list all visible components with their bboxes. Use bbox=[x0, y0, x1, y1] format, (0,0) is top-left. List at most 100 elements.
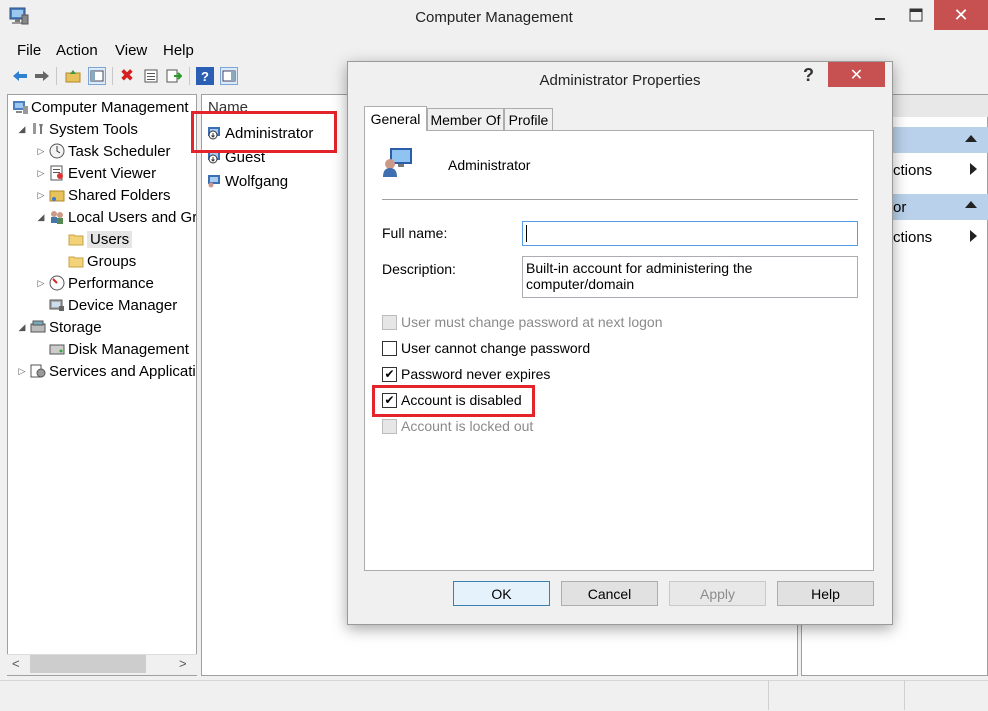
folder-icon bbox=[68, 253, 84, 269]
tree-item-disk-management[interactable]: Disk Management bbox=[47, 338, 189, 360]
maximize-button[interactable] bbox=[898, 0, 934, 30]
tree-item-services-and-applications[interactable]: ▷ Services and Applications bbox=[16, 360, 196, 382]
expand-arrow-icon[interactable]: ▷ bbox=[16, 366, 28, 377]
description-input[interactable]: Built-in account for administering the c… bbox=[522, 256, 858, 298]
forward-icon[interactable] bbox=[33, 67, 51, 85]
tree-item-computer-management[interactable]: Computer Management bbox=[10, 96, 189, 118]
checkbox-must-change-password[interactable]: User must change password at next logon bbox=[382, 312, 662, 332]
tree-item-users[interactable]: Users bbox=[66, 228, 133, 250]
expand-arrow-icon[interactable]: ▷ bbox=[35, 146, 47, 157]
text-caret bbox=[526, 225, 527, 242]
device-manager-icon bbox=[49, 297, 65, 313]
export-list-icon[interactable] bbox=[165, 67, 183, 85]
checkbox-account-locked-out[interactable]: Account is locked out bbox=[382, 416, 533, 436]
dialog-close-button[interactable]: ✕ bbox=[828, 62, 885, 87]
back-icon[interactable] bbox=[11, 67, 29, 85]
performance-icon bbox=[49, 275, 65, 291]
more-actions-link[interactable]: ctions bbox=[893, 229, 932, 246]
collapse-up-icon[interactable] bbox=[965, 201, 977, 208]
tools-icon bbox=[30, 121, 46, 137]
status-divider bbox=[768, 680, 769, 710]
collapse-arrow-icon[interactable]: ◢ bbox=[35, 212, 47, 223]
scrollbar-thumb[interactable] bbox=[30, 655, 146, 673]
menu-help[interactable]: Help bbox=[163, 42, 194, 59]
expand-arrow-icon[interactable]: ▷ bbox=[35, 168, 47, 179]
window-title: Computer Management bbox=[415, 9, 573, 26]
tree-item-label: System Tools bbox=[49, 120, 138, 138]
dialog-help-icon[interactable]: ? bbox=[803, 65, 819, 86]
close-window-button[interactable]: ✕ bbox=[934, 0, 988, 30]
tree-item-system-tools[interactable]: ◢ System Tools bbox=[16, 118, 138, 140]
menu-view[interactable]: View bbox=[115, 42, 147, 59]
properties-icon[interactable] bbox=[142, 67, 160, 85]
divider bbox=[382, 199, 858, 200]
highlight-box-administrator bbox=[191, 111, 337, 153]
checkbox-password-never-expires[interactable]: ✔ Password never expires bbox=[382, 364, 550, 384]
tree-item-label: Computer Management bbox=[31, 98, 189, 116]
collapse-up-icon[interactable] bbox=[965, 135, 977, 142]
clock-icon bbox=[49, 143, 65, 159]
scroll-left-icon[interactable]: < bbox=[12, 656, 20, 671]
checkbox-cannot-change-password[interactable]: User cannot change password bbox=[382, 338, 590, 358]
actions-section-label: or bbox=[893, 199, 907, 216]
scroll-right-icon[interactable]: > bbox=[179, 656, 187, 671]
help-icon[interactable]: ? bbox=[196, 67, 214, 85]
more-actions-link[interactable]: ctions bbox=[893, 162, 932, 179]
submenu-arrow-icon bbox=[970, 230, 977, 242]
description-label: Description: bbox=[382, 261, 456, 277]
checkbox-label: Account is locked out bbox=[401, 418, 534, 434]
checkmark-icon[interactable]: ✔ bbox=[382, 366, 397, 382]
expand-arrow-icon[interactable]: ▷ bbox=[35, 190, 47, 201]
tree-item-groups[interactable]: Groups bbox=[66, 250, 136, 272]
close-icon: ✕ bbox=[953, 4, 969, 25]
tab-member-of[interactable]: Member Of bbox=[427, 108, 504, 130]
tree-item-label: Device Manager bbox=[68, 296, 178, 314]
checkbox-label: User must change password at next logon bbox=[401, 314, 663, 330]
checkbox-label: Password never expires bbox=[401, 366, 551, 382]
show-hide-tree-icon[interactable] bbox=[88, 67, 106, 85]
checkbox-label: User cannot change password bbox=[401, 340, 591, 356]
highlight-box-account-disabled bbox=[372, 385, 535, 417]
tree-item-label: Users bbox=[87, 230, 133, 248]
menu-action[interactable]: Action bbox=[56, 42, 98, 59]
tree-item-label: Shared Folders bbox=[68, 186, 171, 204]
checkbox-box[interactable] bbox=[382, 418, 397, 434]
list-item-wolfgang[interactable]: Wolfgang bbox=[207, 170, 288, 192]
delete-icon[interactable]: ✖ bbox=[118, 66, 136, 85]
console-tree-pane[interactable]: Computer Management ◢ System Tools ▷ Tas… bbox=[7, 94, 197, 676]
tree-item-storage[interactable]: ◢ Storage bbox=[16, 316, 102, 338]
tree-item-local-users-and-groups[interactable]: ◢ Local Users and Groups bbox=[35, 206, 196, 228]
tab-profile[interactable]: Profile bbox=[504, 108, 553, 130]
tree-item-label: Event Viewer bbox=[68, 164, 157, 182]
tree-item-label: Disk Management bbox=[68, 340, 189, 358]
tree-item-shared-folders[interactable]: ▷ Shared Folders bbox=[35, 184, 171, 206]
tab-general[interactable]: General bbox=[364, 106, 427, 131]
collapse-arrow-icon[interactable]: ◢ bbox=[16, 322, 28, 333]
tree-item-device-manager[interactable]: Device Manager bbox=[47, 294, 177, 316]
menu-file[interactable]: File bbox=[17, 42, 41, 59]
full-name-label: Full name: bbox=[382, 225, 448, 241]
folder-icon bbox=[68, 231, 84, 247]
cancel-button[interactable]: Cancel bbox=[561, 581, 658, 606]
up-folder-icon[interactable] bbox=[64, 67, 82, 85]
expand-arrow-icon[interactable]: ▷ bbox=[35, 278, 47, 289]
show-hide-action-pane-icon[interactable] bbox=[220, 67, 238, 85]
tree-item-label: Services and Applications bbox=[49, 362, 196, 380]
full-name-input[interactable] bbox=[522, 221, 858, 246]
tree-item-task-scheduler[interactable]: ▷ Task Scheduler bbox=[35, 140, 171, 162]
tree-item-event-viewer[interactable]: ▷ Event Viewer bbox=[35, 162, 157, 184]
disk-icon bbox=[49, 341, 65, 357]
help-button[interactable]: Help bbox=[777, 581, 874, 606]
minimize-button[interactable] bbox=[862, 0, 898, 30]
tree-item-label: Performance bbox=[68, 274, 154, 292]
user-account-icon bbox=[382, 146, 414, 178]
services-icon bbox=[30, 363, 46, 379]
checkbox-box[interactable] bbox=[382, 314, 397, 330]
ok-button[interactable]: OK bbox=[453, 581, 550, 606]
collapse-arrow-icon[interactable]: ◢ bbox=[16, 124, 28, 135]
tree-item-performance[interactable]: ▷ Performance bbox=[35, 272, 154, 294]
computer-management-icon bbox=[12, 99, 28, 115]
tree-item-label: Task Scheduler bbox=[68, 142, 171, 160]
checkbox-box[interactable] bbox=[382, 340, 397, 356]
apply-button[interactable]: Apply bbox=[669, 581, 766, 606]
